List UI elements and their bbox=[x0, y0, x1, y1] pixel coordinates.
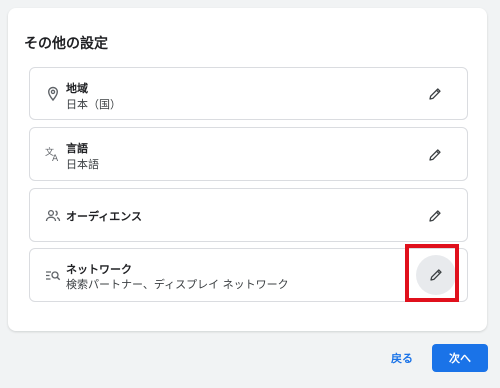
people-icon bbox=[45, 208, 61, 224]
setting-title-audience: オーディエンス bbox=[66, 210, 143, 223]
pencil-icon bbox=[430, 269, 442, 281]
svg-text:A: A bbox=[52, 154, 59, 162]
network-search-icon bbox=[45, 268, 61, 284]
back-button[interactable]: 戻る bbox=[384, 346, 420, 370]
edit-network-button[interactable] bbox=[416, 255, 456, 295]
edit-audience-button[interactable] bbox=[420, 201, 450, 231]
edit-region-button[interactable] bbox=[420, 79, 450, 109]
setting-card-network: ネットワーク 検索パートナー、ディスプレイ ネットワーク bbox=[29, 248, 468, 302]
setting-title-region: 地域 bbox=[66, 82, 88, 95]
pencil-icon bbox=[429, 88, 441, 100]
edit-language-button[interactable] bbox=[420, 140, 450, 170]
setting-card-language: 文 A 言語 日本語 bbox=[29, 127, 468, 181]
setting-title-network: ネットワーク bbox=[66, 263, 132, 276]
setting-value-region: 日本（国） bbox=[66, 98, 121, 111]
next-button[interactable]: 次へ bbox=[432, 344, 488, 372]
section-title: その他の設定 bbox=[24, 36, 108, 52]
translate-icon: 文 A bbox=[45, 146, 61, 162]
pencil-icon bbox=[429, 210, 441, 222]
setting-value-network: 検索パートナー、ディスプレイ ネットワーク bbox=[66, 278, 289, 291]
setting-card-region: 地域 日本（国） bbox=[29, 67, 468, 120]
location-pin-icon bbox=[45, 86, 61, 102]
setting-value-language: 日本語 bbox=[66, 158, 99, 171]
setting-card-audience: オーディエンス bbox=[29, 188, 468, 242]
pencil-icon bbox=[429, 149, 441, 161]
setting-title-language: 言語 bbox=[66, 142, 88, 155]
